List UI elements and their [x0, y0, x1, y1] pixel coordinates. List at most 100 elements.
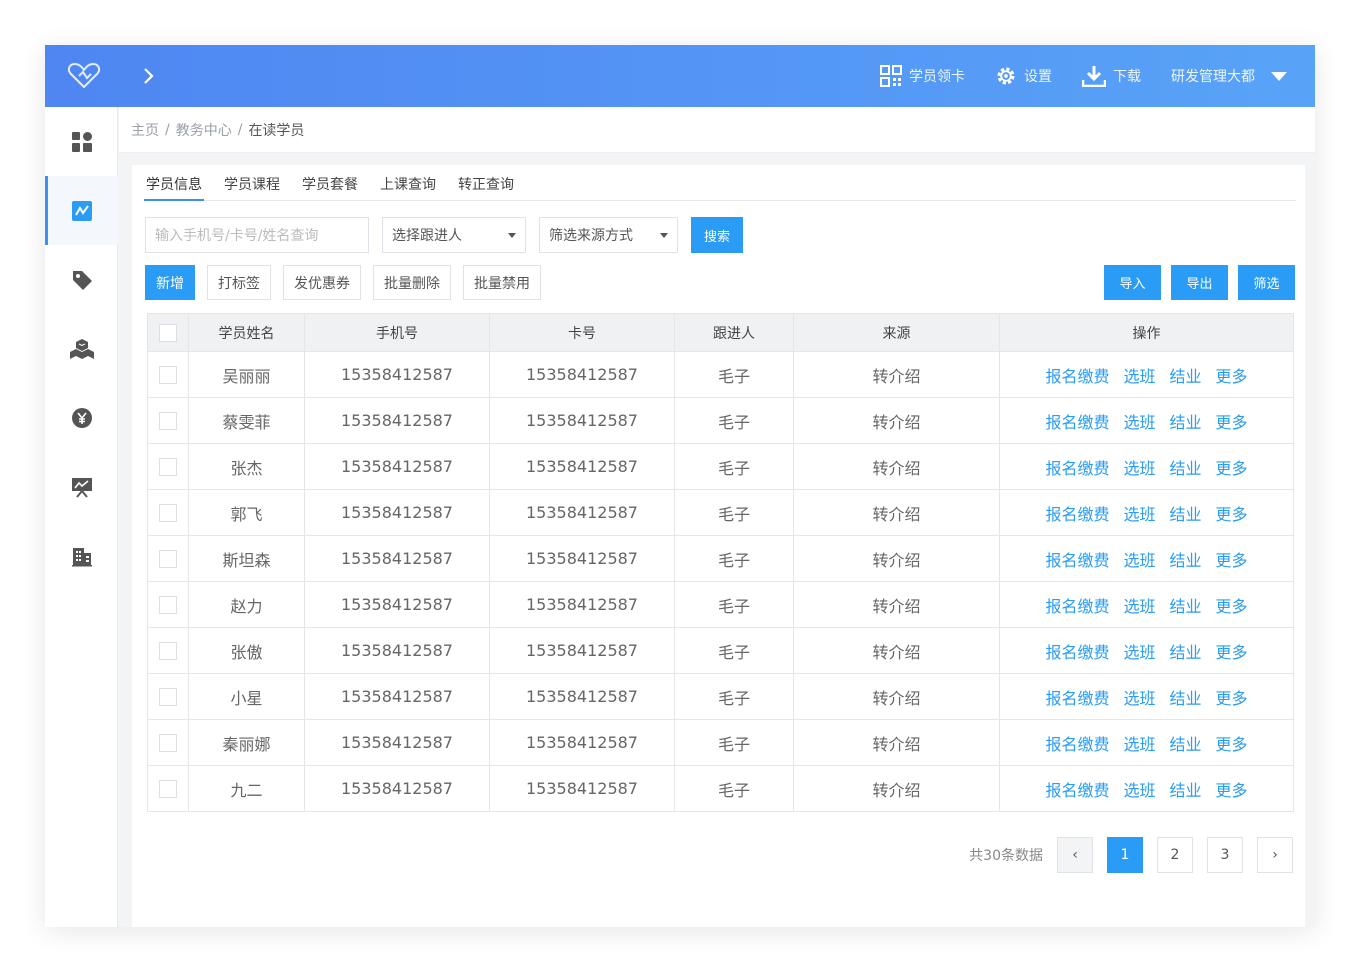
select-class-link[interactable]: 选班	[1123, 459, 1155, 478]
user-menu[interactable]: 研发管理大都	[1171, 66, 1287, 86]
student-card-button[interactable]: 学员领卡	[880, 65, 965, 87]
follower-select[interactable]: 选择跟进人	[382, 217, 526, 253]
tab-student-courses[interactable]: 学员课程	[224, 174, 280, 200]
batch-disable-button[interactable]: 批量禁用	[463, 265, 541, 300]
add-button[interactable]: 新增	[145, 265, 195, 300]
row-checkbox[interactable]	[159, 688, 177, 707]
cell-card: 15358412587	[489, 443, 675, 490]
column-header-card[interactable]: 卡号	[489, 313, 675, 352]
tab-conversion-query[interactable]: 转正查询	[458, 174, 514, 200]
sidebar-item-students[interactable]	[45, 176, 118, 245]
tag-button[interactable]: 打标签	[207, 265, 271, 300]
download-button[interactable]: 下载	[1082, 65, 1141, 87]
row-checkbox[interactable]	[159, 366, 177, 385]
graduate-link[interactable]: 结业	[1170, 689, 1202, 708]
select-class-link[interactable]: 选班	[1123, 643, 1155, 662]
select-class-link[interactable]: 选班	[1123, 781, 1155, 800]
sidebar-item-dashboard[interactable]	[45, 107, 118, 176]
cell-source: 转介绍	[793, 351, 1000, 398]
select-class-link[interactable]: 选班	[1123, 413, 1155, 432]
breadcrumb: 主页 / 教务中心 / 在读学员	[119, 107, 1315, 153]
more-link[interactable]: 更多	[1216, 643, 1248, 662]
import-button[interactable]: 导入	[1104, 265, 1161, 300]
source-select[interactable]: 筛选来源方式	[539, 217, 678, 253]
heart-logo-icon[interactable]	[67, 62, 101, 90]
graduate-link[interactable]: 结业	[1170, 643, 1202, 662]
enroll-pay-link[interactable]: 报名缴费	[1045, 781, 1109, 800]
enroll-pay-link[interactable]: 报名缴费	[1045, 367, 1109, 386]
filter-button[interactable]: 筛选	[1238, 265, 1295, 300]
more-link[interactable]: 更多	[1216, 413, 1248, 432]
row-checkbox[interactable]	[159, 458, 177, 477]
graduate-link[interactable]: 结业	[1170, 459, 1202, 478]
row-checkbox[interactable]	[159, 642, 177, 661]
sidebar-item-tags[interactable]	[45, 245, 118, 314]
row-checkbox[interactable]	[159, 550, 177, 569]
export-button[interactable]: 导出	[1171, 265, 1228, 300]
enroll-pay-link[interactable]: 报名缴费	[1045, 689, 1109, 708]
enroll-pay-link[interactable]: 报名缴费	[1045, 505, 1109, 524]
search-input[interactable]: 输入手机号/卡号/姓名查询	[145, 217, 369, 253]
cell-phone: 15358412587	[304, 627, 490, 674]
column-header-name[interactable]: 学员姓名	[188, 313, 305, 352]
enroll-pay-link[interactable]: 报名缴费	[1045, 735, 1109, 754]
select-all-checkbox[interactable]	[159, 323, 177, 342]
sidebar-item-reports[interactable]	[45, 452, 118, 521]
enroll-pay-link[interactable]: 报名缴费	[1045, 597, 1109, 616]
select-class-link[interactable]: 选班	[1123, 551, 1155, 570]
select-class-link[interactable]: 选班	[1123, 735, 1155, 754]
more-link[interactable]: 更多	[1216, 689, 1248, 708]
coupon-button[interactable]: 发优惠券	[283, 265, 361, 300]
sidebar-item-campus[interactable]	[45, 521, 118, 590]
more-link[interactable]: 更多	[1216, 551, 1248, 570]
page-button-2[interactable]: 2	[1157, 837, 1193, 873]
row-checkbox[interactable]	[159, 412, 177, 431]
row-checkbox[interactable]	[159, 596, 177, 615]
tab-class-query[interactable]: 上课查询	[380, 174, 436, 200]
breadcrumb-academic[interactable]: 教务中心	[176, 120, 232, 140]
search-button[interactable]: 搜索	[691, 217, 744, 253]
column-header-source[interactable]: 来源	[793, 313, 1000, 352]
breadcrumb-home[interactable]: 主页	[131, 120, 159, 140]
sidebar-item-finance[interactable]	[45, 383, 118, 452]
more-link[interactable]: 更多	[1216, 505, 1248, 524]
cell-card: 15358412587	[489, 627, 675, 674]
select-class-link[interactable]: 选班	[1123, 505, 1155, 524]
more-link[interactable]: 更多	[1216, 735, 1248, 754]
sidebar-item-boxes[interactable]	[45, 314, 118, 383]
settings-button[interactable]: 设置	[995, 65, 1052, 87]
page-button-1[interactable]: 1	[1107, 837, 1143, 873]
download-icon	[1082, 66, 1106, 87]
column-header-follower[interactable]: 跟进人	[674, 313, 794, 352]
tab-student-info[interactable]: 学员信息	[144, 174, 204, 201]
chevron-right-icon[interactable]	[137, 64, 161, 88]
column-header-phone[interactable]: 手机号	[304, 313, 490, 352]
graduate-link[interactable]: 结业	[1170, 735, 1202, 754]
table-header-row: 学员姓名 手机号 卡号 跟进人 来源 操作	[147, 313, 1294, 352]
graduate-link[interactable]: 结业	[1170, 551, 1202, 570]
graduate-link[interactable]: 结业	[1170, 413, 1202, 432]
enroll-pay-link[interactable]: 报名缴费	[1045, 643, 1109, 662]
select-class-link[interactable]: 选班	[1123, 367, 1155, 386]
enroll-pay-link[interactable]: 报名缴费	[1045, 413, 1109, 432]
page-button-3[interactable]: 3	[1207, 837, 1243, 873]
batch-delete-button[interactable]: 批量删除	[373, 265, 451, 300]
more-link[interactable]: 更多	[1216, 367, 1248, 386]
prev-page-button[interactable]: ‹	[1057, 837, 1093, 873]
next-page-button[interactable]: ›	[1257, 837, 1293, 873]
enroll-pay-link[interactable]: 报名缴费	[1045, 551, 1109, 570]
graduate-link[interactable]: 结业	[1170, 781, 1202, 800]
row-checkbox[interactable]	[159, 780, 177, 799]
more-link[interactable]: 更多	[1216, 781, 1248, 800]
tab-student-packages[interactable]: 学员套餐	[302, 174, 358, 200]
graduate-link[interactable]: 结业	[1170, 505, 1202, 524]
select-class-link[interactable]: 选班	[1123, 597, 1155, 616]
row-checkbox[interactable]	[159, 504, 177, 523]
graduate-link[interactable]: 结业	[1170, 597, 1202, 616]
select-class-link[interactable]: 选班	[1123, 689, 1155, 708]
more-link[interactable]: 更多	[1216, 459, 1248, 478]
more-link[interactable]: 更多	[1216, 597, 1248, 616]
enroll-pay-link[interactable]: 报名缴费	[1045, 459, 1109, 478]
row-checkbox[interactable]	[159, 734, 177, 753]
graduate-link[interactable]: 结业	[1170, 367, 1202, 386]
